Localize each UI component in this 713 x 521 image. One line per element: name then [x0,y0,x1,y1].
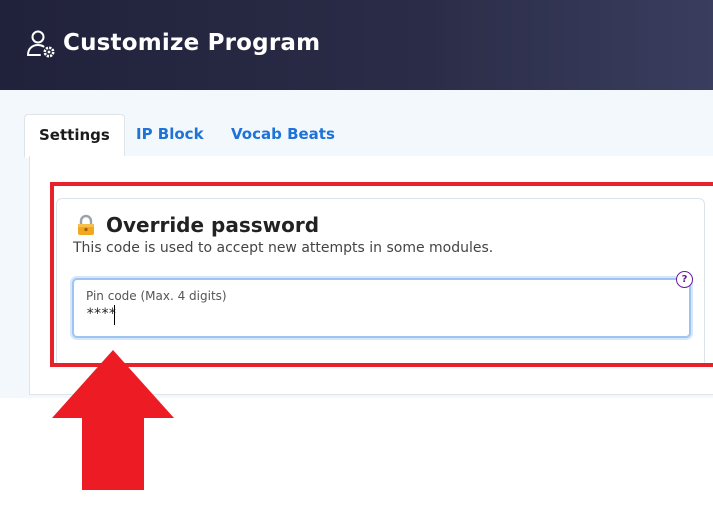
tab-ip-block[interactable]: IP Block [122,114,218,155]
user-settings-icon [27,30,55,58]
tab-settings[interactable]: Settings [24,114,125,158]
app-header: Customize Program [0,0,713,90]
page-title: Customize Program [63,30,321,56]
tab-vocab-beats[interactable]: Vocab Beats [217,114,349,155]
red-highlight-box [50,182,713,367]
tab-bar: Settings IP Block Vocab Beats [24,114,713,158]
up-arrow-icon [52,350,174,490]
